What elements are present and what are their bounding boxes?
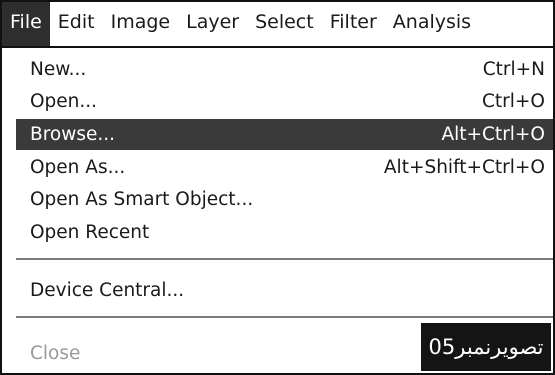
menu-item-shortcut: Ctrl+O bbox=[482, 91, 545, 112]
menu-analysis[interactable]: Analysis bbox=[385, 2, 479, 46]
menu-item-shortcut: Ctrl+N bbox=[482, 59, 545, 80]
menu-separator bbox=[16, 316, 553, 318]
menu-item-label: Device Central... bbox=[30, 280, 185, 301]
menu-bar: File Edit Image Layer Select Filter Anal… bbox=[2, 2, 553, 48]
menu-layer[interactable]: Layer bbox=[178, 2, 247, 46]
menu-select[interactable]: Select bbox=[247, 2, 322, 46]
menu-item-browse[interactable]: Browse... Alt+Ctrl+O bbox=[16, 119, 553, 150]
menu-item-label: Open Recent bbox=[30, 222, 150, 243]
menu-item-open-as[interactable]: Open As... Alt+Shift+Ctrl+O bbox=[2, 152, 553, 183]
menu-item-label: Browse... bbox=[30, 124, 116, 145]
menu-item-shortcut: Alt+Shift+Ctrl+O bbox=[383, 157, 545, 178]
menu-image[interactable]: Image bbox=[103, 2, 179, 46]
menu-separator bbox=[16, 258, 553, 260]
menu-item-label: Open As... bbox=[30, 157, 126, 178]
menu-file[interactable]: File bbox=[2, 2, 50, 46]
menu-item-label: New... bbox=[30, 59, 87, 80]
menu-item-open[interactable]: Open... Ctrl+O bbox=[2, 86, 553, 117]
menu-item-label: Close bbox=[30, 343, 81, 364]
menu-item-device-central[interactable]: Device Central... bbox=[2, 275, 553, 306]
menu-edit[interactable]: Edit bbox=[50, 2, 103, 46]
figure-caption: تصویرنمبر05 bbox=[421, 323, 551, 371]
menu-item-label: Open As Smart Object... bbox=[30, 189, 254, 210]
menu-item-label: Open... bbox=[30, 91, 98, 112]
menu-item-shortcut: Alt+Ctrl+O bbox=[441, 124, 545, 145]
menu-filter[interactable]: Filter bbox=[322, 2, 385, 46]
screenshot-frame: File Edit Image Layer Select Filter Anal… bbox=[0, 0, 555, 375]
menu-item-open-as-smart-object[interactable]: Open As Smart Object... bbox=[2, 184, 553, 215]
menu-item-new[interactable]: New... Ctrl+N bbox=[2, 54, 553, 85]
menu-item-open-recent[interactable]: Open Recent bbox=[2, 217, 553, 248]
